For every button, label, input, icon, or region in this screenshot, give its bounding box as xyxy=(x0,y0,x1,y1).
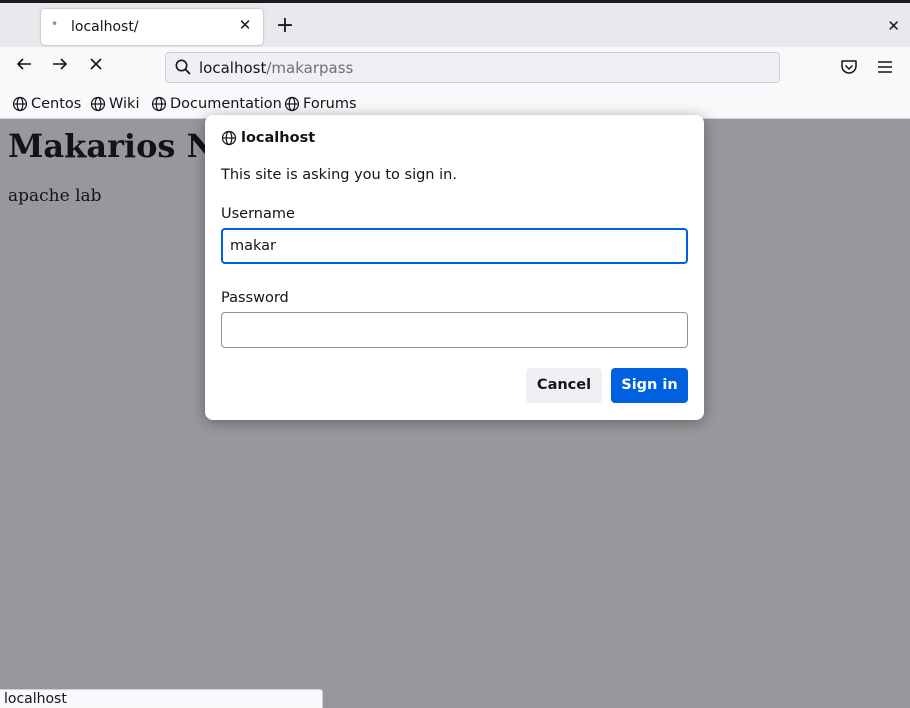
back-arrow-icon[interactable] xyxy=(12,55,36,79)
navigation-bar: localhost/makarpass xyxy=(0,47,910,88)
new-tab-icon[interactable]: + xyxy=(273,15,297,39)
bookmark-label: Wiki xyxy=(109,96,140,112)
status-bar: localhost xyxy=(0,689,323,708)
tab-localhost[interactable]: • localhost/ ✕ xyxy=(41,9,263,45)
forward-arrow-icon[interactable] xyxy=(48,55,72,79)
pocket-icon[interactable] xyxy=(839,57,859,77)
globe-icon xyxy=(221,130,237,146)
globe-icon xyxy=(151,96,167,112)
sign-in-dialog: localhost This site is asking you to sig… xyxy=(205,115,704,420)
bookmark-label: Forums xyxy=(303,96,357,112)
bookmark-wiki[interactable]: Wiki xyxy=(90,94,139,114)
globe-icon xyxy=(12,96,28,112)
bookmark-centos[interactable]: Centos xyxy=(12,94,81,114)
cancel-button[interactable]: Cancel xyxy=(526,368,602,403)
tab-title: localhost/ xyxy=(71,19,139,35)
bookmark-label: Centos xyxy=(31,96,82,112)
sign-in-button[interactable]: Sign in xyxy=(611,368,688,403)
bookmark-forums[interactable]: Forums xyxy=(284,94,357,114)
bookmark-documentation[interactable]: Documentation xyxy=(151,94,282,114)
dialog-host: localhost xyxy=(221,130,315,146)
username-label: Username xyxy=(221,206,295,222)
menu-icon[interactable] xyxy=(875,57,895,77)
bookmark-label: Documentation xyxy=(170,96,282,112)
globe-icon xyxy=(284,96,300,112)
url-path: /makarpass xyxy=(266,59,354,77)
tab-strip: • localhost/ ✕ + ✕ xyxy=(0,0,910,47)
password-label: Password xyxy=(221,290,289,306)
dialog-message: This site is asking you to sign in. xyxy=(221,167,457,183)
url-text: localhost/makarpass xyxy=(199,59,353,77)
dialog-host-label: localhost xyxy=(241,130,316,146)
window-close-icon[interactable]: ✕ xyxy=(887,17,900,35)
tab-close-icon[interactable]: ✕ xyxy=(236,16,254,34)
url-bar[interactable]: localhost/makarpass xyxy=(165,52,780,83)
globe-icon xyxy=(90,96,106,112)
url-host: localhost xyxy=(199,59,267,77)
stop-loading-icon[interactable] xyxy=(84,55,108,79)
search-icon xyxy=(175,59,191,75)
username-input[interactable]: makar xyxy=(221,228,688,264)
tab-loading-icon: • xyxy=(51,17,59,31)
password-input[interactable] xyxy=(221,312,688,348)
